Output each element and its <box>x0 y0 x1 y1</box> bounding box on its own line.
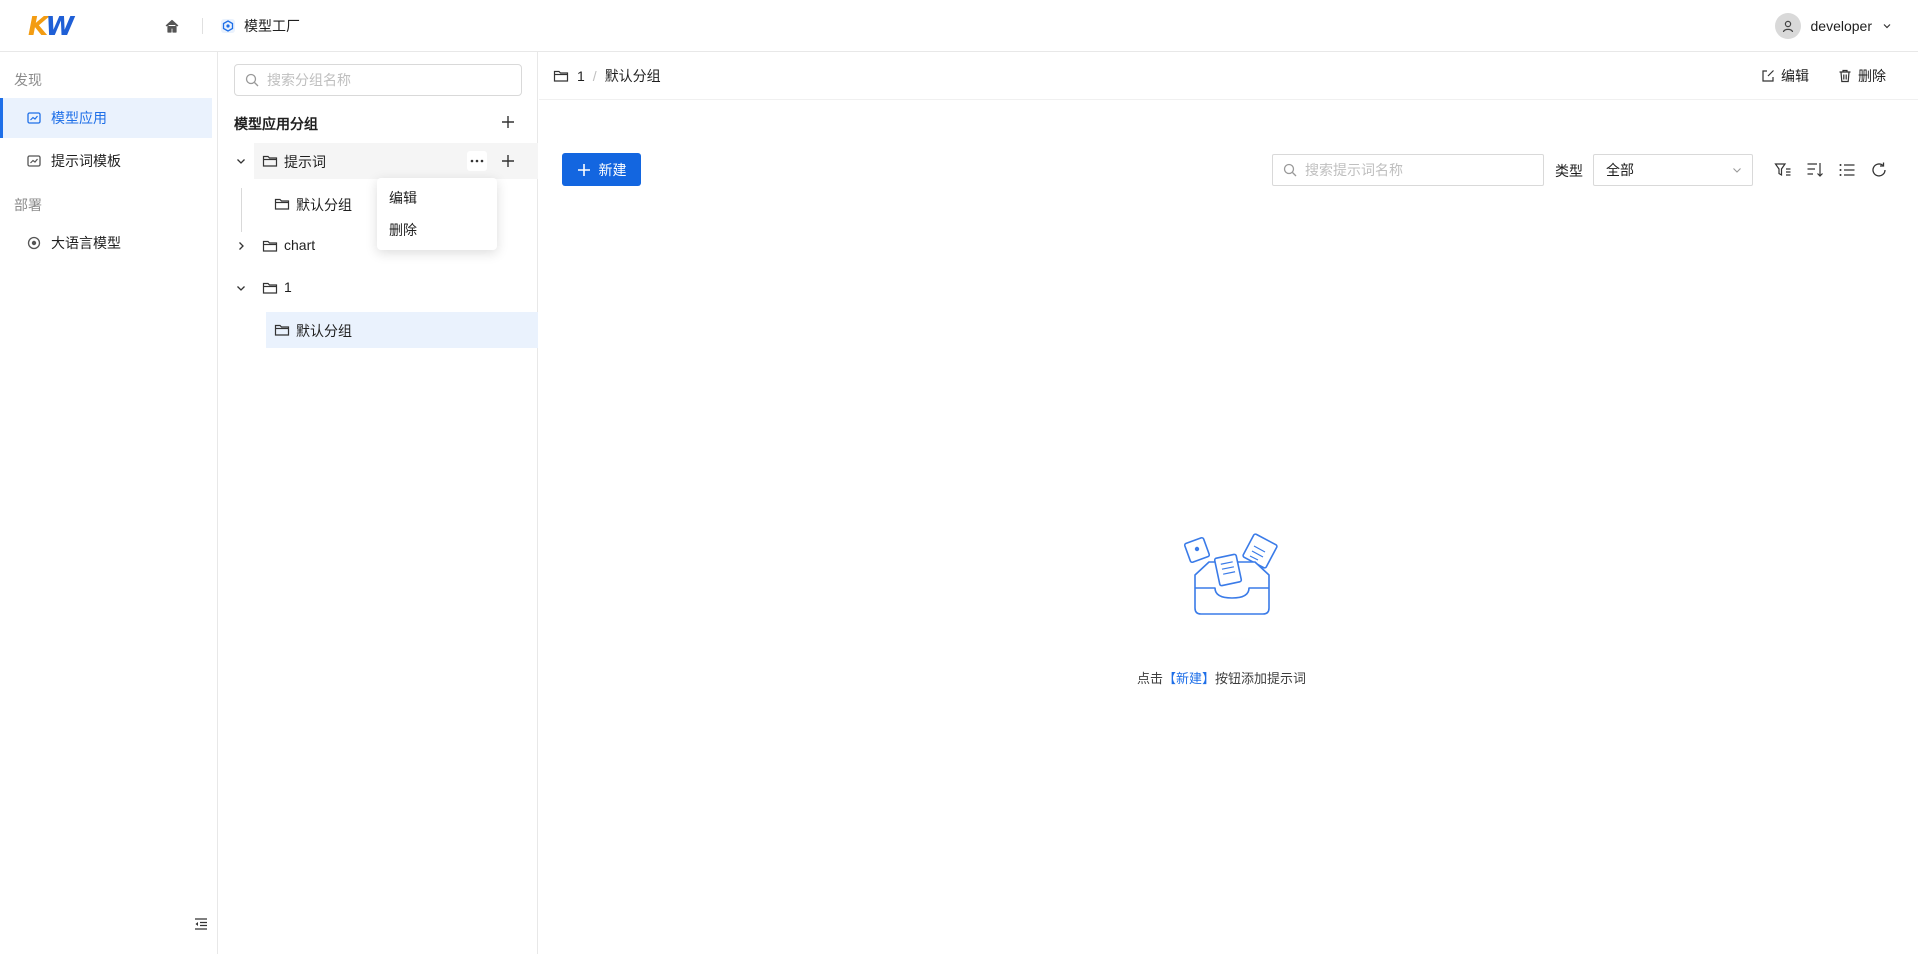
new-button-label: 新建 <box>598 161 627 178</box>
tree-node-label: 默认分组 <box>296 197 352 213</box>
prompt-template-icon <box>27 154 41 168</box>
app-switcher[interactable]: 模型工厂 <box>220 14 300 38</box>
sidebar-item-label: 大语言模型 <box>51 235 121 251</box>
sort-icon[interactable] <box>1806 161 1824 179</box>
new-prompt-button[interactable]: 新建 <box>562 153 641 186</box>
add-group-icon[interactable] <box>500 114 516 130</box>
trash-icon <box>1838 69 1852 83</box>
folder-icon <box>262 281 278 295</box>
model-factory-icon <box>220 18 236 34</box>
model-app-icon <box>27 111 41 125</box>
type-filter-label: 类型 <box>1555 163 1583 179</box>
search-icon <box>1283 163 1297 177</box>
top-header: KW 模型工厂 developer <box>0 0 1918 52</box>
plus-icon <box>577 163 591 177</box>
nav-section-deploy: 部署 <box>14 197 42 213</box>
sidebar-item-prompt-templates[interactable]: 提示词模板 <box>0 141 212 181</box>
type-filter-value: 全部 <box>1606 162 1634 178</box>
chevron-down-icon[interactable] <box>235 155 247 167</box>
sidebar-item-label: 模型应用 <box>51 110 107 126</box>
kw-logo[interactable]: KW <box>28 12 74 42</box>
edit-label: 编辑 <box>1781 68 1809 84</box>
chevron-right-icon[interactable] <box>235 240 247 252</box>
list-view-icon[interactable] <box>1838 161 1856 179</box>
breadcrumb-item[interactable]: 1 <box>577 68 585 84</box>
tree-node-1[interactable]: 1 <box>218 270 538 306</box>
filter-icon[interactable] <box>1774 161 1792 179</box>
folder-icon <box>262 239 278 253</box>
empty-state-illustration <box>1157 480 1307 640</box>
group-search-box[interactable] <box>234 64 522 96</box>
tree-node-label: 默认分组 <box>296 323 352 339</box>
main-content: 1 / 默认分组 编辑 删除 新建 类型 全部 <box>539 52 1918 954</box>
breadcrumb-item: 默认分组 <box>604 68 661 84</box>
empty-new-link[interactable]: 【新建】 <box>1163 671 1215 686</box>
type-filter-select[interactable]: 全部 <box>1593 154 1753 186</box>
chevron-down-icon <box>1732 165 1742 175</box>
refresh-icon[interactable] <box>1870 161 1888 179</box>
home-icon[interactable] <box>160 14 184 38</box>
sidebar-item-model-apps[interactable]: 模型应用 <box>0 98 212 138</box>
folder-icon <box>274 197 290 211</box>
tree-node-label: chart <box>284 237 316 253</box>
llm-icon <box>27 236 41 250</box>
menu-item-delete[interactable]: 删除 <box>377 214 497 246</box>
chevron-down-icon[interactable] <box>235 282 247 294</box>
user-name: developer <box>1810 18 1873 34</box>
collapse-sidebar-icon[interactable] <box>193 916 209 932</box>
tree-node-prompts[interactable]: 提示词 <box>218 143 538 179</box>
panel-title: 模型应用分组 <box>234 116 318 132</box>
edit-group-button[interactable]: 编辑 <box>1761 65 1809 87</box>
app-name: 模型工厂 <box>244 18 300 34</box>
more-options-icon[interactable] <box>467 151 487 171</box>
tree-node-default-group-selected[interactable]: 默认分组 <box>266 312 538 348</box>
folder-icon <box>262 154 278 168</box>
breadcrumb: 1 / 默认分组 <box>553 66 661 86</box>
left-sidebar: 发现 模型应用 提示词模板 部署 大语言模型 <box>0 52 218 954</box>
edit-icon <box>1761 69 1775 83</box>
chevron-down-icon <box>1882 21 1892 31</box>
user-avatar-icon <box>1774 13 1801 39</box>
group-context-menu: 编辑 删除 <box>377 178 497 250</box>
sidebar-item-llm[interactable]: 大语言模型 <box>0 223 212 263</box>
breadcrumb-separator: / <box>592 68 597 84</box>
user-menu[interactable]: developer <box>1774 12 1893 40</box>
empty-suffix: 按钮添加提示词 <box>1215 671 1307 686</box>
prompt-search-box[interactable] <box>1272 154 1544 186</box>
empty-state-text: 点击【新建】按钮添加提示词 <box>1137 668 1327 687</box>
nav-section-discover: 发现 <box>14 72 42 88</box>
group-search-input[interactable] <box>267 72 507 88</box>
folder-icon <box>553 69 569 83</box>
prompt-search-input[interactable] <box>1305 162 1535 178</box>
add-subgroup-icon[interactable] <box>500 153 516 169</box>
sidebar-item-label: 提示词模板 <box>51 153 121 169</box>
search-icon <box>245 73 259 87</box>
main-topbar: 1 / 默认分组 编辑 删除 <box>539 52 1918 100</box>
tree-guide-line <box>241 188 242 232</box>
delete-label: 删除 <box>1858 68 1886 84</box>
empty-prefix: 点击 <box>1137 671 1164 686</box>
header-divider <box>202 18 203 34</box>
menu-item-edit[interactable]: 编辑 <box>377 182 497 214</box>
folder-icon <box>274 323 290 337</box>
delete-group-button[interactable]: 删除 <box>1838 65 1886 87</box>
tree-node-label: 提示词 <box>284 154 326 170</box>
tree-node-label: 1 <box>284 279 292 295</box>
